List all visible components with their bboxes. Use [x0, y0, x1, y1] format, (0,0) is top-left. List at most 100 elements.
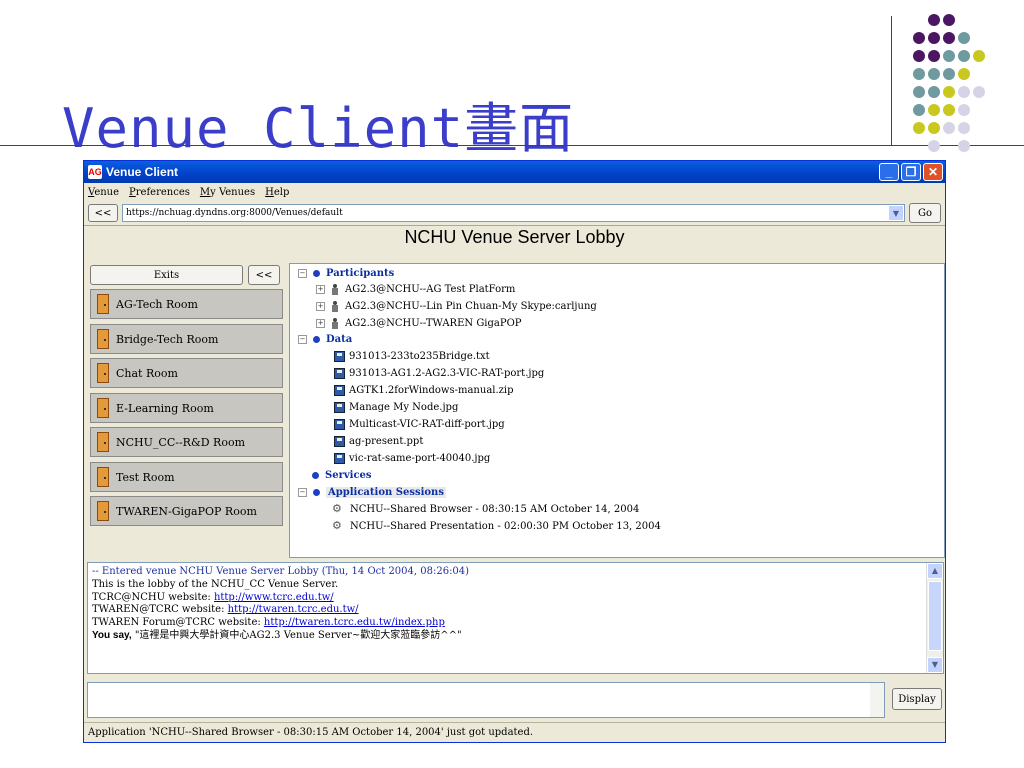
collapse-exits-button[interactable]: << [248, 265, 280, 285]
tree-data-file[interactable]: ag-present.ppt [334, 433, 423, 449]
decor-dot [958, 50, 970, 62]
tree-data-file[interactable]: Multicast-VIC-RAT-diff-port.jpg [334, 416, 505, 432]
tree-node-services[interactable]: Services [312, 467, 372, 483]
chat-link[interactable]: http://www.tcrc.edu.tw/ [214, 592, 334, 603]
decor-dot [913, 104, 925, 116]
category-icon [313, 269, 320, 277]
title-bar[interactable]: AG Venue Client _ ❐ ✕ [84, 161, 945, 183]
tree-node-participants[interactable]: − Participants [298, 265, 394, 281]
exits-button[interactable]: Exits [90, 265, 243, 285]
door-icon [97, 501, 109, 521]
input-scrollbar[interactable] [870, 683, 884, 717]
exit-item[interactable]: AG-Tech Room [90, 289, 283, 319]
participant-name: AG2.3@NCHU--TWAREN GigaPOP [345, 317, 522, 329]
decor-dot [958, 122, 970, 134]
collapse-icon[interactable]: − [298, 487, 307, 497]
window-title: Venue Client [106, 165, 179, 179]
decor-dot [958, 32, 970, 44]
tree-label: Application Sessions [326, 486, 446, 498]
chat-input[interactable] [87, 682, 885, 718]
minimize-button[interactable]: _ [879, 163, 899, 181]
floppy-disk-icon [334, 367, 345, 379]
decor-dot [943, 14, 955, 26]
exit-label: TWAREN-GigaPOP Room [116, 504, 257, 518]
menu-my-venues[interactable]: My Venues [200, 187, 255, 198]
person-icon [331, 317, 339, 329]
expand-icon[interactable]: + [316, 318, 325, 328]
file-name: AGTK1.2forWindows-manual.zip [349, 384, 514, 396]
menu-help[interactable]: Help [265, 187, 289, 198]
exit-label: Chat Room [116, 366, 178, 380]
tree-participant[interactable]: + AG2.3@NCHU--Lin Pin Chuan-My Skype:carl… [316, 298, 597, 314]
app-session-name: NCHU--Shared Presentation - 02:00:30 PM … [350, 520, 661, 532]
exit-item[interactable]: Bridge-Tech Room [90, 324, 283, 354]
decor-dot [913, 32, 925, 44]
scrollbar-thumb[interactable] [928, 581, 942, 651]
decor-dot [958, 86, 970, 98]
scroll-down-icon[interactable]: ▼ [927, 657, 943, 673]
menu-venue[interactable]: Venue [88, 187, 119, 198]
door-icon [97, 398, 109, 418]
tree-data-file[interactable]: Manage My Node.jpg [334, 399, 458, 415]
back-button[interactable]: << [88, 204, 118, 222]
decor-dot [928, 14, 940, 26]
exit-item[interactable]: E-Learning Room [90, 393, 283, 423]
chat-link[interactable]: http://twaren.tcrc.edu.tw/index.php [264, 617, 445, 628]
tree-app-session[interactable]: ⚙ NCHU--Shared Browser - 08:30:15 AM Octo… [332, 501, 639, 517]
tree-data-file[interactable]: AGTK1.2forWindows-manual.zip [334, 382, 514, 398]
decor-dot [973, 86, 985, 98]
application-icon: ⚙ [332, 519, 342, 532]
collapse-icon[interactable]: − [298, 334, 307, 344]
chat-text: This is the lobby of the NCHU_CC Venue S… [92, 578, 339, 590]
decor-dot [913, 68, 925, 80]
door-icon [97, 432, 109, 452]
floppy-disk-icon [334, 350, 345, 362]
person-icon [331, 283, 339, 295]
venue-url-text: https://nchuag.dyndns.org:8000/Venues/de… [126, 208, 343, 218]
exit-item[interactable]: NCHU_CC--R&D Room [90, 427, 283, 457]
decor-dot [943, 86, 955, 98]
tree-node-data[interactable]: − Data [298, 331, 352, 347]
exit-item[interactable]: Chat Room [90, 358, 283, 388]
floppy-disk-icon [334, 401, 345, 413]
exit-item[interactable]: TWAREN-GigaPOP Room [90, 496, 283, 526]
tree-participant[interactable]: + AG2.3@NCHU--AG Test PlatForm [316, 281, 515, 297]
tree-node-application-sessions[interactable]: − Application Sessions [298, 484, 446, 500]
tree-data-file[interactable]: 931013-AG1.2-AG2.3-VIC-RAT-port.jpg [334, 365, 544, 381]
venue-url-field[interactable]: https://nchuag.dyndns.org:8000/Venues/de… [122, 204, 905, 222]
tree-data-file[interactable]: 931013-233to235Bridge.txt [334, 348, 490, 364]
tree-data-file[interactable]: vic-rat-same-port-40040.jpg [334, 450, 490, 466]
tree-participant[interactable]: + AG2.3@NCHU--TWAREN GigaPOP [316, 315, 522, 331]
decor-horizontal-line [0, 145, 1024, 146]
decor-dot [928, 68, 940, 80]
exit-item[interactable]: Test Room [90, 462, 283, 492]
chat-text: TWAREN Forum@TCRC website: [92, 617, 264, 629]
maximize-button[interactable]: ❐ [901, 163, 921, 181]
participant-name: AG2.3@NCHU--Lin Pin Chuan-My Skype:carlj… [345, 300, 597, 312]
tree-app-session[interactable]: ⚙ NCHU--Shared Presentation - 02:00:30 PM… [332, 518, 661, 534]
file-name: Manage My Node.jpg [349, 401, 459, 413]
decor-dot [943, 68, 955, 80]
chat-line: TWAREN Forum@TCRC website: http://twaren… [92, 617, 939, 630]
chat-link[interactable]: http://twaren.tcrc.edu.tw/ [228, 604, 359, 615]
category-icon [313, 488, 320, 496]
application-icon: ⚙ [332, 502, 342, 515]
chevron-down-icon[interactable]: ▼ [888, 205, 904, 221]
chat-log[interactable]: -- Entered venue NCHU Venue Server Lobby… [87, 562, 944, 674]
exit-label: NCHU_CC--R&D Room [116, 435, 246, 449]
decor-dot [928, 86, 940, 98]
exit-label: Bridge-Tech Room [116, 332, 219, 346]
chat-text: TWAREN@TCRC website: [92, 604, 228, 616]
expand-icon[interactable]: + [316, 284, 325, 294]
chat-line: This is the lobby of the NCHU_CC Venue S… [92, 579, 939, 592]
decor-dot [943, 50, 955, 62]
go-button[interactable]: Go [909, 203, 941, 223]
chat-scrollbar[interactable]: ▲ ▼ [926, 563, 943, 673]
close-button[interactable]: ✕ [923, 163, 943, 181]
collapse-icon[interactable]: − [298, 268, 307, 278]
scroll-up-icon[interactable]: ▲ [927, 563, 943, 579]
display-button[interactable]: Display [892, 688, 942, 710]
menu-preferences[interactable]: Preferences [129, 187, 190, 198]
decor-dot [973, 50, 985, 62]
expand-icon[interactable]: + [316, 301, 325, 311]
